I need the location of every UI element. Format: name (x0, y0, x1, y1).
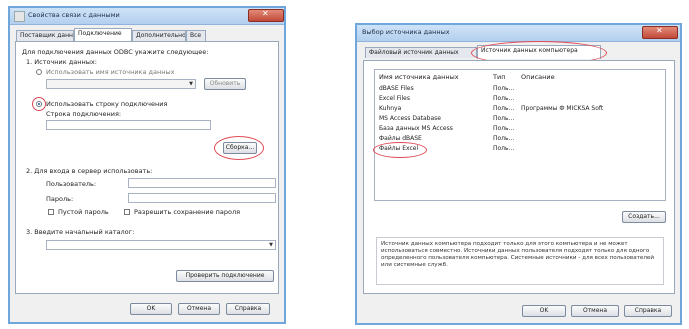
radio-use-dsn-label: Использовать имя источника данных (46, 68, 175, 76)
list-item[interactable]: dBASE Files Поль... (375, 85, 665, 94)
tab-provider[interactable]: Поставщик данных (16, 30, 74, 41)
row-name: Файлы dBASE (379, 135, 422, 142)
row-type: Поль... (493, 85, 515, 92)
highlight-circle-excel (373, 142, 427, 158)
row-type: Поль... (493, 145, 515, 152)
close-button[interactable] (642, 26, 678, 39)
connection-string-label: Строка подключения: (46, 110, 122, 118)
row-name: dBASE Files (379, 85, 414, 92)
user-label: Пользователь: (46, 180, 97, 188)
info-text: Источник данных компьютера подходит толь… (376, 237, 664, 285)
step2-label: 2. Для входа в сервер использовать: (26, 167, 153, 175)
create-button[interactable]: Создать... (622, 211, 666, 223)
row-name: Kuhnya (379, 105, 402, 112)
chevron-down-icon: ▼ (189, 81, 193, 87)
window-title: Свойства связи с данными (28, 11, 120, 19)
refresh-button[interactable]: Обновить (204, 78, 246, 90)
title-bar[interactable]: Выбор источника данных (357, 25, 680, 42)
ok-button[interactable]: OK (130, 303, 172, 315)
tab-all[interactable]: Все (186, 30, 206, 41)
cancel-button[interactable]: Отмена (571, 305, 619, 317)
save-password-label: Разрешить сохранение пароля (134, 208, 241, 216)
app-icon (14, 11, 25, 22)
help-button[interactable]: Справка (226, 303, 270, 315)
window-title: Выбор источника данных (362, 28, 450, 36)
tab-advanced[interactable]: Дополнительно (132, 30, 186, 41)
select-data-source-window: Выбор источника данных Файловый источник… (355, 23, 682, 325)
password-label: Пароль: (46, 195, 74, 203)
test-connection-button[interactable]: Проверить подключение (176, 270, 274, 282)
user-field[interactable] (128, 178, 276, 188)
step3-label: 3. Введите начальный каталог: (26, 228, 135, 236)
chevron-down-icon: ▼ (269, 242, 273, 248)
dsn-select[interactable]: ▼ (46, 79, 196, 89)
list-item[interactable]: MS Access Database Поль... (375, 115, 665, 124)
data-link-properties-window: Свойства связи с данными Поставщик данны… (8, 6, 286, 324)
initial-catalog-select[interactable]: ▼ (46, 240, 276, 250)
row-type: Поль... (493, 135, 515, 142)
row-type: Поль... (493, 95, 515, 102)
tab-file-data-source[interactable]: Файловый источник данных (365, 47, 477, 58)
step1-label: 1. Источник данных: (26, 58, 97, 66)
data-source-list: Имя источника данных Тип Описание dBASE … (373, 69, 666, 201)
ok-button[interactable]: OK (522, 305, 566, 317)
connection-panel: Для подключения данных ODBC укажите след… (15, 41, 279, 294)
help-button[interactable]: Справка (624, 305, 672, 317)
blank-password-checkbox[interactable] (48, 209, 54, 215)
list-item[interactable]: Excel Files Поль... (375, 95, 665, 104)
radio-use-dsn[interactable] (36, 69, 42, 75)
title-bar[interactable]: Свойства связи с данными (10, 8, 284, 25)
highlight-circle-radio (32, 97, 46, 111)
blank-password-label: Пустой пароль (58, 208, 109, 216)
highlight-circle-build (214, 136, 264, 160)
save-password-checkbox[interactable] (124, 209, 130, 215)
row-description: Программы Ф MICKSA Soft (521, 105, 604, 112)
column-header-description[interactable]: Описание (521, 73, 555, 81)
radio-use-connection-string-label: Использовать строку подключения (46, 100, 168, 108)
row-name: Excel Files (379, 95, 410, 102)
row-name: База данных MS Access (379, 125, 453, 132)
row-type: Поль... (493, 115, 515, 122)
row-name: MS Access Database (379, 115, 441, 122)
connection-string-field[interactable] (46, 120, 211, 130)
machine-data-source-panel: Имя источника данных Тип Описание dBASE … (363, 60, 675, 294)
column-header-name[interactable]: Имя источника данных (379, 73, 459, 81)
list-item[interactable]: Kuhnya Поль... Программы Ф MICKSA Soft (375, 105, 665, 114)
list-item[interactable]: База данных MS Access Поль... (375, 125, 665, 134)
instruction-text: Для подключения данных ODBC укажите след… (22, 48, 209, 56)
row-type: Поль... (493, 105, 515, 112)
column-header-type[interactable]: Тип (493, 73, 505, 81)
tab-connection[interactable]: Подключение (74, 28, 132, 42)
close-button[interactable] (248, 9, 284, 22)
list-item[interactable]: Файлы dBASE Поль... (375, 135, 665, 144)
row-type: Поль... (493, 125, 515, 132)
password-field[interactable] (128, 193, 276, 203)
cancel-button[interactable]: Отмена (178, 303, 220, 315)
